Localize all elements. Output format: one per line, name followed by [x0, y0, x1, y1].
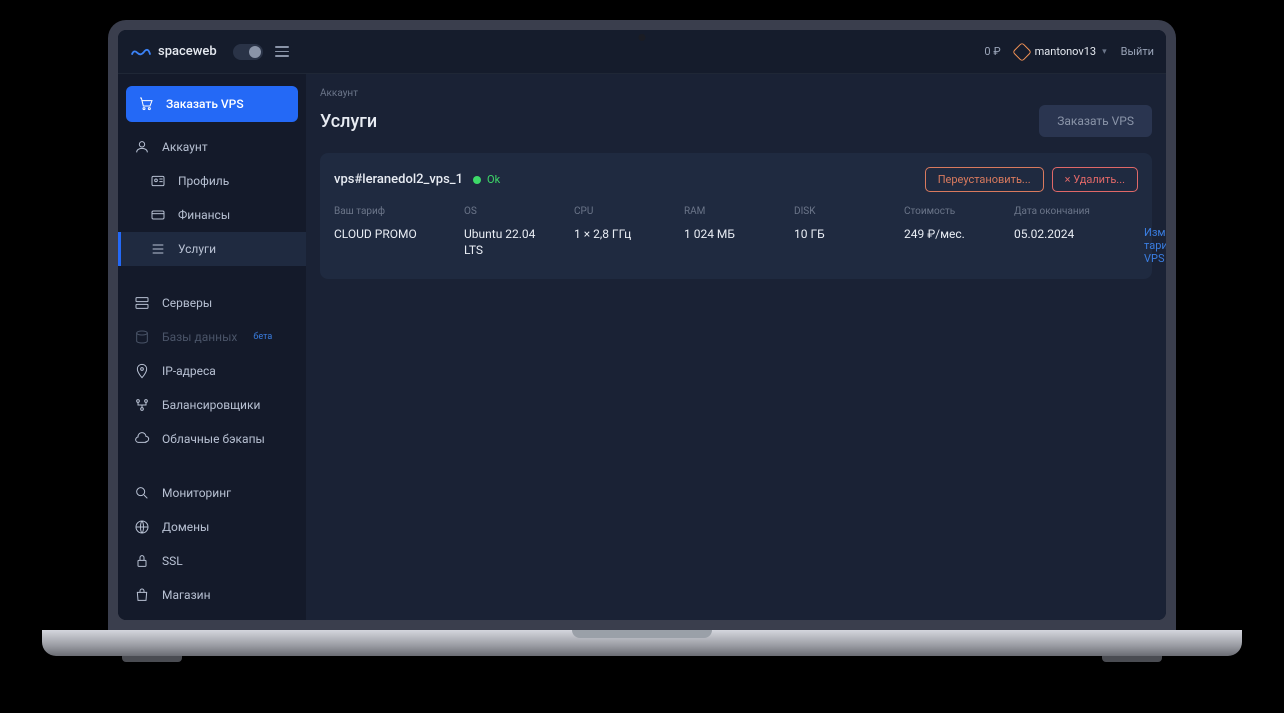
nav-label: Базы данных [162, 330, 237, 344]
sidebar-seo[interactable]: SEO и реклама [118, 612, 306, 620]
status-indicator [473, 176, 481, 184]
globe-icon [134, 519, 150, 535]
nav-label: Облачные бэкапы [162, 432, 265, 446]
database-icon [134, 329, 150, 345]
sidebar-balancers[interactable]: Балансировщики [118, 388, 306, 422]
value-ram: 1 024 МБ [684, 227, 764, 243]
label-os: OS [464, 206, 544, 217]
sidebar-account[interactable]: Аккаунт [118, 130, 306, 164]
reinstall-button[interactable]: Переустановить... [925, 167, 1044, 192]
balance-icon [134, 397, 150, 413]
vps-name: vps#leranedol2_vps_1 [334, 172, 463, 187]
delete-button[interactable]: × Удалить... [1052, 167, 1138, 192]
pin-icon [134, 363, 150, 379]
beta-badge: бета [253, 332, 272, 342]
nav-label: Магазин [162, 588, 211, 602]
nav-label: Заказать VPS [166, 97, 244, 111]
nav-label: Мониторинг [162, 486, 231, 500]
label-disk: DISK [794, 206, 874, 217]
search-icon [134, 485, 150, 501]
nav-label: Домены [162, 520, 209, 534]
wallet-icon [150, 207, 166, 223]
page-title: Услуги [320, 111, 377, 132]
breadcrumb[interactable]: Аккаунт [320, 88, 1152, 99]
value-expires: 05.02.2024 [1014, 227, 1114, 243]
sidebar-finance[interactable]: Финансы [118, 198, 306, 232]
sidebar-profile[interactable]: Профиль [118, 164, 306, 198]
value-os: Ubuntu 22.04 LTS [464, 227, 544, 258]
sidebar-domains[interactable]: Домены [118, 510, 306, 544]
label-expires: Дата окончания [1014, 206, 1114, 217]
user-menu[interactable]: mantonov13 ▾ [1015, 45, 1107, 59]
cart-icon [138, 96, 154, 112]
sidebar-ip[interactable]: IP-адреса [118, 354, 306, 388]
value-tariff: CLOUD PROMO [334, 227, 434, 243]
server-icon [134, 295, 150, 311]
sidebar: Заказать VPS Аккаунт Профиль Финансы [118, 74, 306, 620]
app-root: spaceweb 0 ₽ mantonov13 ▾ Выйти [118, 30, 1166, 620]
logo-text: spaceweb [158, 44, 217, 59]
sidebar-backups[interactable]: Облачные бэкапы [118, 422, 306, 456]
theme-toggle[interactable] [233, 44, 263, 60]
status-text: Ok [487, 173, 500, 186]
user-circle-icon [134, 139, 150, 155]
value-cost: 249 ₽/мес. [904, 227, 984, 243]
sidebar-shop[interactable]: Магазин [118, 578, 306, 612]
nav-label: Балансировщики [162, 398, 260, 412]
sidebar-servers[interactable]: Серверы [118, 286, 306, 320]
nav-label: Финансы [178, 208, 230, 222]
user-icon [1012, 42, 1032, 62]
nav-label: SSL [162, 554, 183, 568]
balance[interactable]: 0 ₽ [984, 45, 1000, 58]
label-cpu: CPU [574, 206, 654, 217]
logo[interactable]: spaceweb [130, 42, 217, 61]
bag-icon [134, 587, 150, 603]
order-vps-button[interactable]: Заказать VPS [1039, 105, 1152, 137]
logout-link[interactable]: Выйти [1121, 45, 1154, 58]
nav-label: IP-адреса [162, 364, 216, 378]
sidebar-monitoring[interactable]: Мониторинг [118, 476, 306, 510]
label-ram: RAM [684, 206, 764, 217]
sidebar-ssl[interactable]: SSL [118, 544, 306, 578]
change-tariff-link[interactable]: Изменить тариф VPS [1144, 226, 1166, 265]
logo-icon [130, 42, 152, 61]
list-icon [150, 241, 166, 257]
chevron-down-icon: ▾ [1102, 47, 1107, 57]
toggle-knob [249, 46, 261, 58]
nav-label: Профиль [178, 174, 229, 188]
username: mantonov13 [1035, 45, 1096, 58]
vps-card: vps#leranedol2_vps_1 Ok Переустановить..… [320, 153, 1152, 279]
sidebar-services[interactable]: Услуги [118, 232, 306, 266]
label-tariff: Ваш тариф [334, 206, 434, 217]
nav-label: Услуги [178, 242, 216, 256]
cloud-icon [134, 431, 150, 447]
sidebar-databases[interactable]: Базы данных бета [118, 320, 306, 354]
nav-label: Серверы [162, 296, 212, 310]
value-cpu: 1 × 2,8 ГГц [574, 227, 654, 243]
menu-icon[interactable] [275, 46, 289, 57]
main-content: Аккаунт Услуги Заказать VPS vps#leranedo… [306, 74, 1166, 620]
nav-label: Аккаунт [162, 140, 208, 154]
sidebar-order-vps[interactable]: Заказать VPS [126, 86, 298, 122]
id-icon [150, 173, 166, 189]
label-cost: Стоимость [904, 206, 984, 217]
value-disk: 10 ГБ [794, 227, 874, 243]
lock-icon [134, 553, 150, 569]
